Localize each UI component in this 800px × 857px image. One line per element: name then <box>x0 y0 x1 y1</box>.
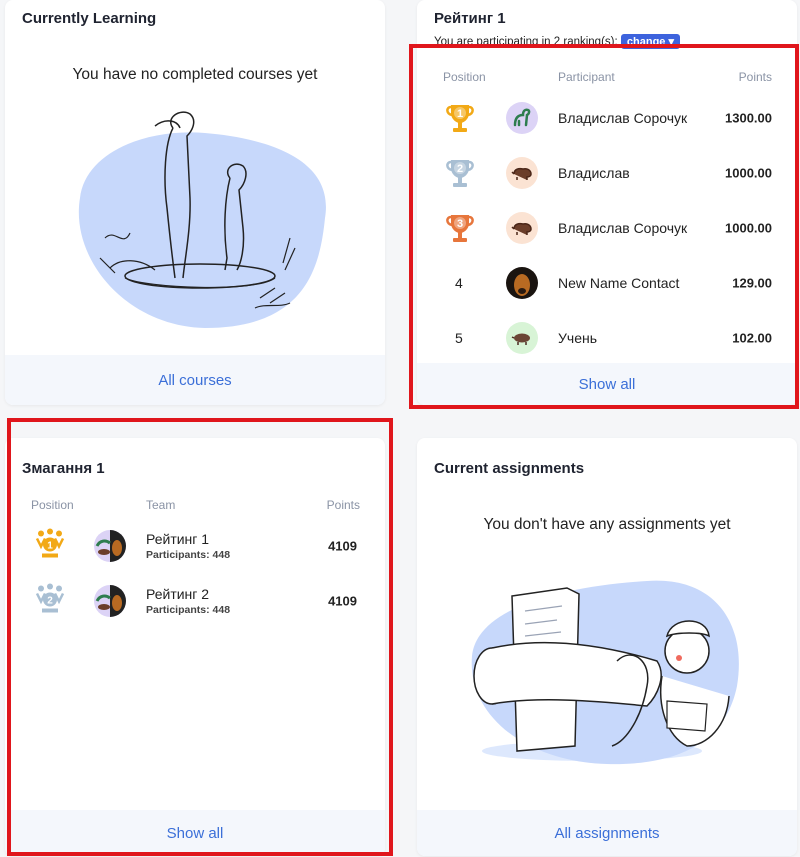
rank-number: 2 <box>456 162 464 175</box>
rank-number: 1 <box>456 107 464 120</box>
participant-points: 1300.00 <box>725 110 772 125</box>
participant-name: Владислав Сорочук <box>558 109 688 126</box>
participating-line: You are participating in 2 ranking(s): c… <box>434 34 680 49</box>
participant-avatar <box>506 101 538 134</box>
competition-row: 2 Рейтинг 2 Participants: 448 4109 <box>5 573 385 628</box>
silver-trophy-icon: 2 <box>443 156 477 190</box>
current-assignments-card: Current assignments You don't have any a… <box>417 438 797 856</box>
ranking-row: 3 Владислав Сорочук 1000.00 <box>417 200 797 255</box>
chevron-down-icon: ▾ <box>668 36 674 48</box>
change-ranking-button[interactable]: change ▾ <box>620 34 680 49</box>
column-header-participant: Participant <box>558 70 615 84</box>
show-all-rankings-link[interactable]: Show all <box>579 376 636 393</box>
rank-number: 5 <box>455 329 463 346</box>
bronze-trophy-icon: 3 <box>443 211 477 245</box>
team-avatar <box>94 584 126 617</box>
participant-name: Владислав Сорочук <box>558 219 688 236</box>
team-points: 4109 <box>328 593 357 608</box>
rank-number: 4 <box>455 274 463 291</box>
ranking-row: 5 Учень 102.00 <box>417 310 797 365</box>
card-title: Рейтинг 1 <box>434 10 506 27</box>
participant-avatar <box>506 321 538 354</box>
card-footer: Show all <box>5 810 385 856</box>
participant-name: New Name Contact <box>558 274 680 291</box>
card-title: Current assignments <box>434 460 585 477</box>
ranking-row: 1 Владислав Сорочук 1300.00 <box>417 90 797 145</box>
ranking-row: 4 New Name Contact 129.00 <box>417 255 797 310</box>
change-label: change <box>626 36 666 48</box>
assignments-illustration <box>471 580 739 765</box>
column-header-position: Position <box>31 498 74 512</box>
participant-avatar <box>506 156 538 189</box>
rank-number: 3 <box>456 217 464 230</box>
ranking-row: 2 Владислав 1000.00 <box>417 145 797 200</box>
empty-message: You have no completed courses yet <box>72 66 318 83</box>
svg-text:1: 1 <box>47 540 53 551</box>
team-info: Рейтинг 2 Participants: 448 <box>146 586 230 616</box>
all-assignments-link[interactable]: All assignments <box>554 825 659 842</box>
team-avatar <box>94 529 126 562</box>
team-name: Рейтинг 2 <box>146 585 210 602</box>
card-footer: All courses <box>5 355 385 405</box>
team-info: Рейтинг 1 Participants: 448 <box>146 531 230 561</box>
column-header-position: Position <box>443 70 486 84</box>
card-footer: All assignments <box>417 810 797 856</box>
team-award-icon: 2 <box>33 581 67 620</box>
meerkats-illustration <box>78 111 326 328</box>
competition-card: Змагання 1 Position Team Points 1 Рейтинг… <box>5 438 385 856</box>
participant-points: 1000.00 <box>725 220 772 235</box>
card-footer: Show all <box>417 363 797 405</box>
team-award-icon: 1 <box>33 526 67 565</box>
participant-avatar <box>506 211 538 244</box>
column-header-points: Points <box>738 70 772 84</box>
team-participants: Participants: 448 <box>146 548 231 561</box>
participant-name: Владислав <box>558 164 630 181</box>
column-header-points: Points <box>326 498 360 512</box>
all-courses-link[interactable]: All courses <box>158 372 231 389</box>
show-all-competition-link[interactable]: Show all <box>167 825 224 842</box>
currently-learning-card: Currently Learning You have no completed… <box>5 0 385 405</box>
team-name: Рейтинг 1 <box>146 530 210 547</box>
svg-text:2: 2 <box>47 595 53 606</box>
participant-points: 102.00 <box>732 330 772 345</box>
empty-message: You don't have any assignments yet <box>483 516 731 533</box>
competition-row: 1 Рейтинг 1 Participants: 448 4109 <box>5 518 385 573</box>
participant-points: 129.00 <box>732 275 772 290</box>
participating-text: You are participating in 2 ranking(s): <box>434 36 618 48</box>
participant-avatar <box>506 266 538 299</box>
team-participants: Participants: 448 <box>146 603 231 616</box>
column-header-team: Team <box>146 498 176 512</box>
card-title: Змагання 1 <box>22 460 105 477</box>
gold-trophy-icon: 1 <box>443 101 477 135</box>
team-points: 4109 <box>328 538 357 553</box>
card-title: Currently Learning <box>22 10 157 27</box>
participant-points: 1000.00 <box>725 165 772 180</box>
participant-name: Учень <box>558 329 597 346</box>
ranking-card: Рейтинг 1 You are participating in 2 ran… <box>417 0 797 405</box>
